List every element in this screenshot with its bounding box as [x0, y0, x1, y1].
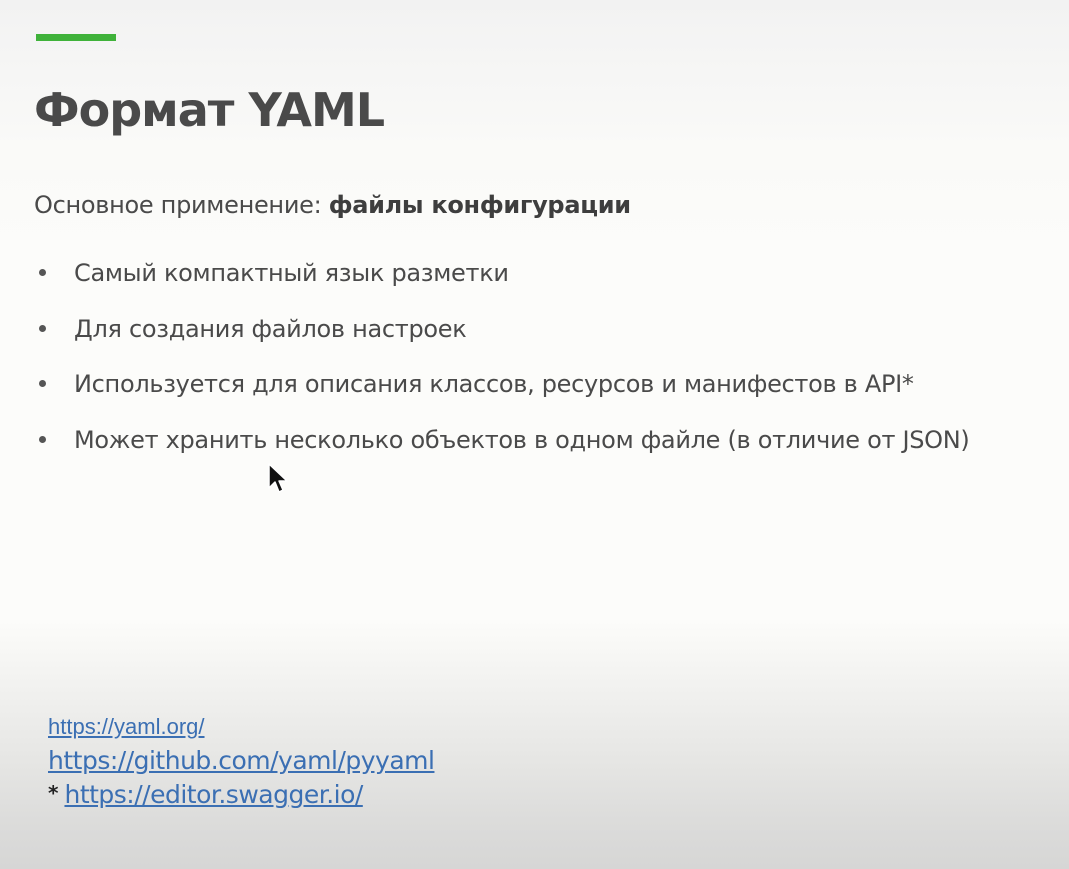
slide-title: Формат YAML [34, 83, 385, 137]
bullet-text: Может хранить несколько объектов в одном… [74, 425, 970, 454]
swagger-editor-link[interactable]: https://editor.swagger.io/ [64, 778, 363, 812]
bullet-text: Используется для описания классов, ресур… [74, 370, 914, 398]
bullet-text: Самый компактный язык разметки [74, 259, 509, 287]
bullet-text: Для создания файлов настроек [74, 314, 467, 343]
bullet-dot-icon [39, 435, 46, 443]
bullet-dot-icon [39, 380, 46, 387]
subtitle-prefix: Основное применение: [34, 191, 329, 219]
bullet-dot-icon [39, 269, 46, 276]
bullet-dot-icon [39, 324, 46, 332]
slide-subtitle: Основное применение: файлы конфигурации [34, 188, 631, 222]
title-accent-bar [36, 34, 116, 41]
yaml-org-link[interactable]: https://yaml.org/ [48, 712, 205, 742]
mouse-pointer-icon [268, 463, 288, 493]
pyyaml-link[interactable]: https://github.com/yaml/pyyaml [48, 744, 435, 778]
footnote-row: * https://editor.swagger.io/ [48, 778, 363, 812]
footnote-mark: * [48, 781, 59, 805]
subtitle-emphasis: файлы конфигурации [328, 191, 631, 219]
